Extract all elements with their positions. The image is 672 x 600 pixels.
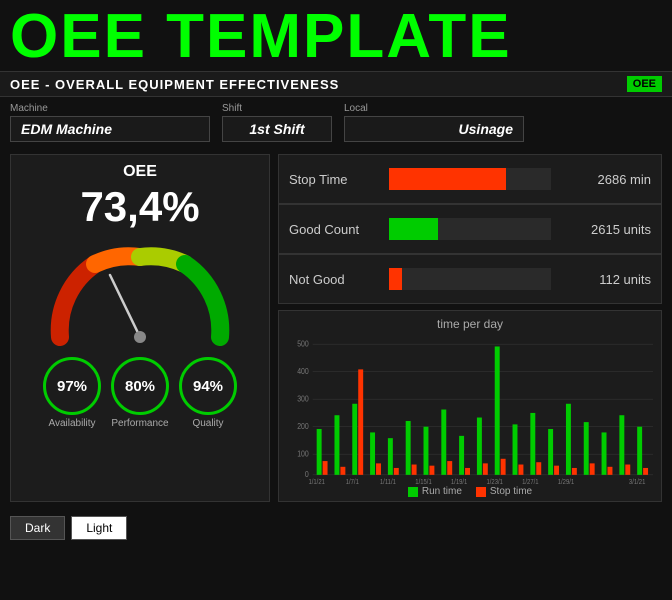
stop-time-dot: [476, 487, 486, 497]
stat-bar-1: [389, 218, 438, 240]
performance-metric: 80% Performance: [111, 357, 169, 429]
shift-filter: Shift 1st Shift: [222, 103, 332, 142]
svg-text:100: 100: [297, 449, 309, 459]
dark-theme-button[interactable]: Dark: [10, 516, 65, 540]
right-panel: Stop Time 2686 min Good Count 2615 units…: [278, 154, 662, 502]
chart-area: time per day 500 400 300 200 100 0: [278, 310, 662, 502]
stat-value-0: 2686 min: [561, 172, 651, 187]
stop-time-label: Stop time: [490, 486, 532, 497]
svg-text:1/23/1: 1/23/1: [487, 479, 504, 484]
local-filter: Local Usinage: [344, 103, 524, 142]
subtitle-bar: OEE - OVERALL EQUIPMENT EFFECTIVENESS OE…: [0, 71, 672, 97]
stat-name-2: Not Good: [289, 272, 379, 287]
stat-bar-container-0: [389, 168, 551, 190]
shift-input[interactable]: 1st Shift: [222, 116, 332, 142]
svg-text:1/11/1: 1/11/1: [380, 479, 396, 484]
chart-svg: 500 400 300 200 100 0: [287, 335, 653, 484]
light-theme-button[interactable]: Light: [71, 516, 127, 540]
header: OEE TEMPLATE: [0, 0, 672, 71]
filter-row: Machine EDM Machine Shift 1st Shift Loca…: [0, 97, 672, 148]
metrics-row: 97% Availability 80% Performance 94% Qua…: [43, 357, 237, 429]
stat-bar-2: [389, 268, 402, 290]
svg-text:300: 300: [297, 394, 309, 404]
svg-text:1/29/1: 1/29/1: [558, 479, 575, 484]
oee-badge: OEE: [627, 76, 662, 92]
oee-panel: OEE 73,4% 97% Availabil: [10, 154, 270, 502]
svg-text:1/27/1: 1/27/1: [522, 479, 539, 484]
chart-title: time per day: [287, 317, 653, 331]
quality-circle: 94%: [179, 357, 237, 415]
stat-row-2: Not Good 112 units: [278, 254, 662, 304]
quality-metric: 94% Quality: [179, 357, 237, 429]
run-time-label: Run time: [422, 486, 462, 497]
bottom-bar: Dark Light: [0, 508, 672, 548]
svg-text:200: 200: [297, 422, 309, 432]
app-title: OEE TEMPLATE: [10, 4, 662, 69]
main-content: OEE 73,4% 97% Availabil: [0, 148, 672, 508]
stop-time-legend: Stop time: [476, 486, 532, 497]
performance-circle: 80%: [111, 357, 169, 415]
stat-name-1: Good Count: [289, 222, 379, 237]
availability-metric: 97% Availability: [43, 357, 101, 429]
stat-value-1: 2615 units: [561, 222, 651, 237]
performance-label: Performance: [111, 418, 168, 429]
gauge-svg: [40, 237, 240, 347]
svg-text:1/15/1: 1/15/1: [415, 479, 432, 484]
subtitle-text: OEE - OVERALL EQUIPMENT EFFECTIVENESS: [10, 77, 339, 92]
svg-text:1/7/1: 1/7/1: [346, 479, 360, 484]
stat-rows: Stop Time 2686 min Good Count 2615 units…: [278, 154, 662, 304]
stat-bar-container-2: [389, 268, 551, 290]
quality-label: Quality: [192, 418, 223, 429]
oee-panel-label: OEE: [123, 163, 157, 181]
gauge-container: [40, 237, 240, 347]
svg-text:1/19/1: 1/19/1: [451, 479, 468, 484]
chart-legend: Run time Stop time: [287, 486, 653, 497]
local-input[interactable]: Usinage: [344, 116, 524, 142]
run-time-legend: Run time: [408, 486, 462, 497]
svg-text:3/1/21: 3/1/21: [629, 479, 646, 484]
svg-text:1/1/21: 1/1/21: [308, 479, 325, 484]
svg-text:400: 400: [297, 367, 309, 377]
stat-bar-0: [389, 168, 506, 190]
stat-row-1: Good Count 2615 units: [278, 204, 662, 254]
stat-name-0: Stop Time: [289, 172, 379, 187]
machine-filter: Machine EDM Machine: [10, 103, 210, 142]
oee-panel-value: 73,4%: [80, 183, 199, 231]
local-label: Local: [344, 103, 524, 114]
shift-label: Shift: [222, 103, 332, 114]
machine-label: Machine: [10, 103, 210, 114]
chart-svg-container: 500 400 300 200 100 0: [287, 335, 653, 484]
availability-label: Availability: [48, 418, 95, 429]
stat-value-2: 112 units: [561, 272, 651, 287]
availability-circle: 97%: [43, 357, 101, 415]
machine-input[interactable]: EDM Machine: [10, 116, 210, 142]
stat-row-0: Stop Time 2686 min: [278, 154, 662, 204]
stat-bar-container-1: [389, 218, 551, 240]
svg-text:500: 500: [297, 339, 309, 349]
run-time-dot: [408, 487, 418, 497]
